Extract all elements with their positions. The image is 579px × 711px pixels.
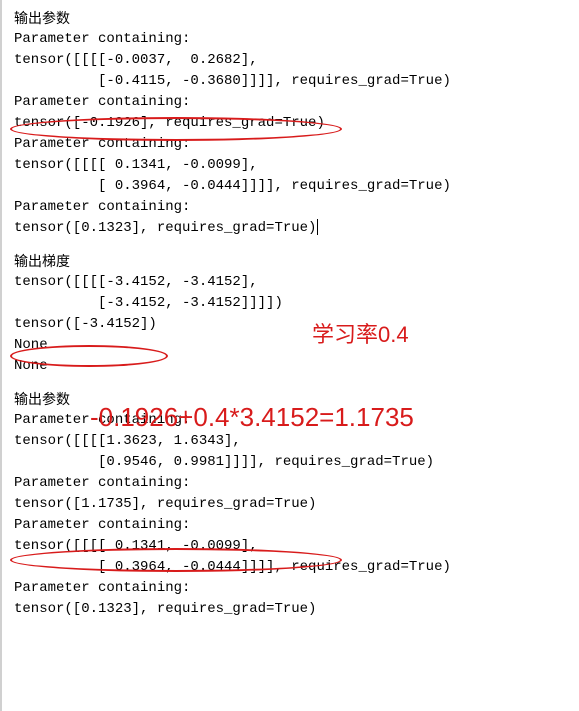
output-line: Parameter containing: (14, 197, 567, 218)
output-line: Parameter containing: (14, 410, 567, 431)
output-line: [-0.4115, -0.3680]]]], requires_grad=Tru… (14, 71, 567, 92)
output-line: [0.9546, 0.9981]]]], requires_grad=True) (14, 452, 567, 473)
output-line-circled: tensor([1.1735], requires_grad=True) (14, 494, 567, 515)
output-line: Parameter containing: (14, 134, 567, 155)
blank-spacer (14, 377, 567, 389)
section3-heading: 输出参数 (14, 389, 567, 410)
output-text: tensor([0.1323], requires_grad=True) (14, 220, 316, 236)
text-cursor (317, 219, 318, 235)
output-line-circled: tensor([-0.1926], requires_grad=True) (14, 113, 567, 134)
output-line: Parameter containing: (14, 473, 567, 494)
output-line: Parameter containing: (14, 29, 567, 50)
output-line: tensor([[[[-3.4152, -3.4152], (14, 272, 567, 293)
output-line: Parameter containing: (14, 515, 567, 536)
output-line: [-3.4152, -3.4152]]]]) (14, 293, 567, 314)
section2-heading: 输出梯度 (14, 251, 567, 272)
output-line: tensor([[[[1.3623, 1.6343], (14, 431, 567, 452)
output-line: None (14, 335, 567, 356)
output-line: Parameter containing: (14, 578, 567, 599)
output-line: [ 0.3964, -0.0444]]]], requires_grad=Tru… (14, 557, 567, 578)
blank-spacer (14, 239, 567, 251)
section1-heading: 输出参数 (14, 8, 567, 29)
output-line: tensor([0.1323], requires_grad=True) (14, 599, 567, 620)
output-line: tensor([[[[-0.0037, 0.2682], (14, 50, 567, 71)
output-line-circled: tensor([-3.4152]) (14, 314, 567, 335)
output-line: Parameter containing: (14, 92, 567, 113)
output-line: None (14, 356, 567, 377)
output-line: tensor([0.1323], requires_grad=True) (14, 218, 567, 239)
output-line: tensor([[[[ 0.1341, -0.0099], (14, 536, 567, 557)
output-line: [ 0.3964, -0.0444]]]], requires_grad=Tru… (14, 176, 567, 197)
output-line: tensor([[[[ 0.1341, -0.0099], (14, 155, 567, 176)
